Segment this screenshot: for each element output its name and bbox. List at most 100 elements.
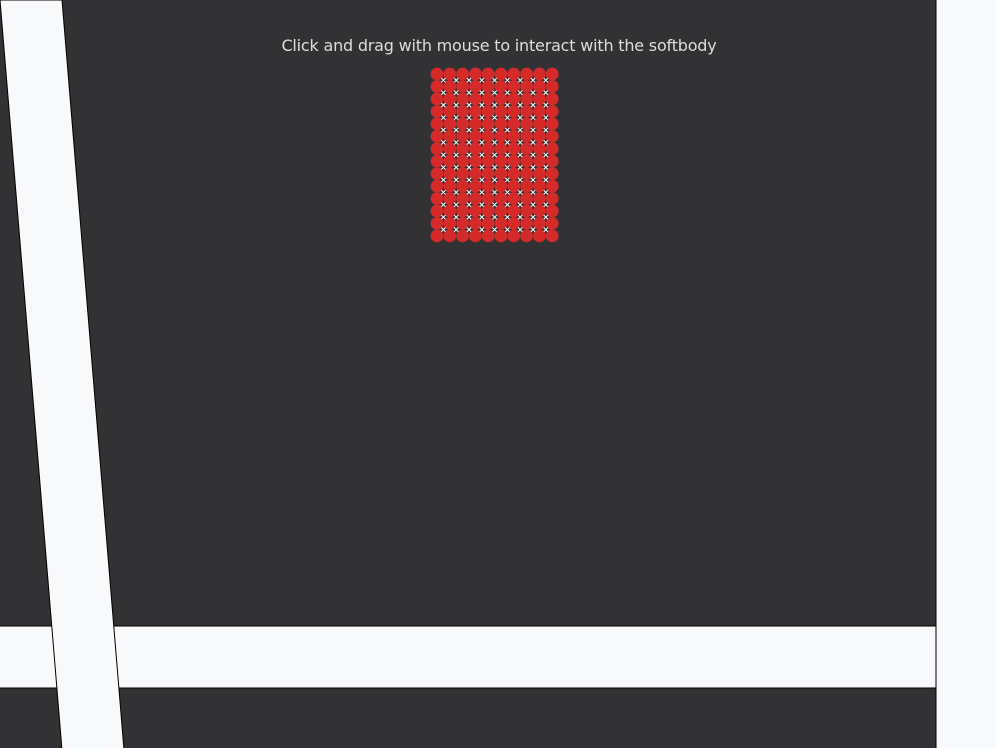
spring-cross-icon [530, 90, 536, 96]
spring-cross-icon [492, 140, 498, 145]
spring-cross-icon [453, 90, 459, 96]
spring-cross-icon [517, 140, 523, 145]
spring-cross-icon [440, 227, 446, 233]
spring-cross-icon [517, 214, 523, 220]
spring-cross-icon [492, 127, 498, 133]
spring-cross-icon [453, 227, 459, 233]
spring-cross-icon [517, 189, 523, 195]
spring-cross-icon [504, 164, 510, 170]
floor-bar [0, 625, 937, 689]
spring-cross-icon [479, 202, 485, 208]
spring-cross-icon [543, 152, 549, 158]
spring-cross-icon [466, 102, 472, 108]
spring-cross-icon [504, 77, 510, 83]
spring-cross-icon [453, 164, 459, 170]
spring-cross-icon [466, 202, 472, 208]
spring-cross-icon [440, 127, 446, 133]
spring-cross-icon [453, 115, 459, 121]
spring-cross-icon [543, 202, 549, 208]
spring-cross-icon [453, 102, 459, 108]
spring-cross-icon [517, 77, 523, 83]
spring-cross-icon [492, 227, 498, 233]
spring-cross-icon [479, 77, 485, 83]
spring-cross-icon [466, 164, 472, 170]
spring-cross-icon [479, 164, 485, 170]
spring-cross-icon [466, 177, 472, 183]
spring-cross-icon [530, 202, 536, 208]
spring-cross-icon [504, 177, 510, 183]
softbody[interactable] [430, 67, 559, 243]
spring-cross-icon [479, 90, 485, 96]
instruction-text: Click and drag with mouse to interact wi… [281, 36, 717, 55]
spring-cross-icon [504, 202, 510, 208]
spring-cross-icon [492, 177, 498, 183]
spring-cross-icon [440, 115, 446, 121]
spring-cross-icon [530, 152, 536, 158]
spring-cross-icon [543, 90, 549, 96]
spring-cross-icon [453, 214, 459, 220]
spring-cross-icon [530, 77, 536, 83]
spring-cross-icon [492, 164, 498, 170]
spring-cross-icon [466, 127, 472, 133]
spring-cross-icon [543, 127, 549, 133]
spring-cross-icon [440, 90, 446, 96]
spring-cross-icon [504, 140, 510, 145]
spring-cross-icon [492, 202, 498, 208]
spring-cross-icon [530, 177, 536, 183]
spring-cross-icon [517, 177, 523, 183]
spring-cross-icon [492, 102, 498, 108]
spring-cross-icon [479, 177, 485, 183]
spring-cross-icon [453, 202, 459, 208]
spring-cross-icon [530, 227, 536, 233]
spring-cross-icon [453, 177, 459, 183]
spring-cross-icon [517, 102, 523, 108]
spring-cross-icon [440, 202, 446, 208]
spring-cross-icon [543, 115, 549, 121]
spring-cross-icon [466, 227, 472, 233]
spring-cross-icon [504, 227, 510, 233]
spring-cross-icon [492, 152, 498, 158]
spring-cross-icon [504, 115, 510, 121]
spring-cross-icon [440, 214, 446, 220]
right-wall [935, 0, 996, 748]
spring-cross-icon [504, 152, 510, 158]
spring-cross-icon [453, 140, 459, 145]
spring-cross-icon [504, 214, 510, 220]
spring-cross-icon [479, 214, 485, 220]
spring-cross-icon [517, 227, 523, 233]
spring-cross-icon [492, 90, 498, 96]
spring-cross-icon [466, 115, 472, 121]
spring-cross-icon [440, 77, 446, 83]
spring-cross-icon [479, 140, 485, 145]
spring-cross-icon [440, 152, 446, 158]
spring-cross-icon [517, 90, 523, 96]
spring-cross-icon [440, 102, 446, 108]
spring-cross-icon [543, 227, 549, 233]
spring-cross-icon [530, 164, 536, 170]
physics-canvas[interactable] [0, 0, 996, 748]
spring-cross-icon [530, 140, 536, 145]
spring-cross-icon [466, 140, 472, 145]
spring-cross-icon [517, 164, 523, 170]
spring-cross-icon [504, 102, 510, 108]
spring-cross-icon [530, 115, 536, 121]
spring-cross-icon [466, 214, 472, 220]
spring-cross-icon [543, 77, 549, 83]
spring-cross-icon [492, 77, 498, 83]
spring-cross-icon [530, 127, 536, 133]
spring-cross-icon [479, 102, 485, 108]
spring-cross-icon [517, 127, 523, 133]
spring-cross-icon [492, 189, 498, 195]
spring-cross-icon [543, 189, 549, 195]
spring-cross-icon [543, 140, 549, 145]
spring-cross-icon [504, 127, 510, 133]
spring-cross-icon [479, 127, 485, 133]
spring-cross-icon [453, 189, 459, 195]
spring-cross-icon [440, 177, 446, 183]
softbody-scene[interactable]: Click and drag with mouse to interact wi… [0, 0, 996, 748]
spring-cross-icon [517, 115, 523, 121]
spring-cross-icon [530, 102, 536, 108]
spring-cross-icon [479, 152, 485, 158]
spring-cross-icon [492, 115, 498, 121]
spring-cross-icon [492, 214, 498, 220]
